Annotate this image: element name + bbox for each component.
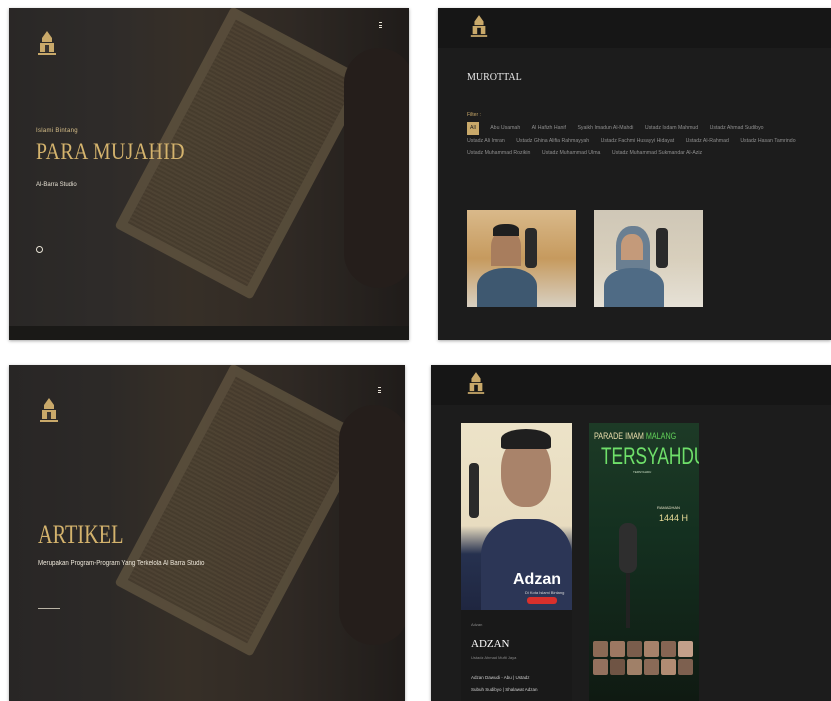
- poster-title: TERSYAHDU: [601, 443, 699, 470]
- imam-faces-grid: [593, 641, 697, 675]
- adzan-card-info: Adzan ADZAN Ustadz Ahmad Mufti Jaya Adza…: [461, 610, 572, 701]
- murottal-panel: MUROTTAL Filter : All Abu Usamah Al Hafi…: [438, 8, 831, 340]
- filter-item[interactable]: Ustadz Hasan Tamrindo: [740, 135, 795, 148]
- parade-imam-poster[interactable]: PARADE IMAM MALANG TERSYAHDU TERSYAHDU R…: [589, 423, 699, 701]
- filter-item[interactable]: Syaikh Imadun Al-Mahdi: [577, 122, 633, 135]
- filter-all[interactable]: All: [467, 122, 479, 135]
- filter-item[interactable]: Ustadz Muhammad Sukmandar Al-Aziz: [612, 147, 702, 160]
- page-title: MUROTTAL: [467, 72, 522, 83]
- card-link[interactable]: Adzan Dawudi - Abu | Ustadz: [471, 672, 537, 684]
- card-overlay-subtitle: Di Kota Islami Bintang: [525, 590, 565, 595]
- murottal-thumbnail[interactable]: [467, 210, 576, 307]
- divider: [38, 608, 60, 609]
- filter-item[interactable]: Ustadz Muhammad Rozikin: [467, 147, 530, 160]
- panel-footer: [9, 326, 409, 340]
- mosque-logo-icon[interactable]: [469, 14, 489, 38]
- card-links: Adzan Dawudi - Abu | Ustadz Subuh Sudiby…: [471, 672, 537, 696]
- scroll-indicator-icon[interactable]: [36, 246, 43, 253]
- hero-panel-artikel: ARTIKEL Merupakan Program-Program Yang T…: [9, 365, 405, 701]
- microphone-image: [619, 523, 637, 573]
- top-nav-bar: [431, 365, 831, 405]
- filter-item[interactable]: Abu Usamah: [490, 122, 520, 135]
- card-link[interactable]: Subuh Sudibyo | Shalawat Adzan: [471, 684, 537, 696]
- hamburger-menu-icon[interactable]: [379, 22, 382, 30]
- hero-description: Merupakan Program-Program Yang Terkelola…: [38, 560, 205, 567]
- hero-title: PARA MUJAHID: [36, 139, 185, 164]
- adzan-card-image[interactable]: Adzan Di Kota Islami Bintang: [461, 423, 572, 610]
- poster-year: 1444 H: [659, 513, 689, 523]
- card-overlay-title: Adzan: [513, 571, 561, 588]
- filter-item[interactable]: Ustadz Isdam Mahmud: [645, 122, 698, 135]
- cards-panel: Adzan Di Kota Islami Bintang Adzan ADZAN…: [431, 365, 831, 701]
- poster-heading: PARADE IMAM MALANG: [594, 431, 677, 441]
- hero-panel-para-mujahid: Islami Bintang PARA MUJAHID Al-Barra Stu…: [9, 8, 409, 340]
- hamburger-menu-icon[interactable]: [378, 387, 381, 395]
- filter-item[interactable]: Ustadz Ali Imran: [467, 135, 505, 148]
- hero-title: ARTIKEL: [38, 520, 124, 549]
- top-nav-bar: [438, 8, 831, 48]
- filter-item[interactable]: Al Hafizh Hanif: [532, 122, 566, 135]
- microphone-image: [469, 463, 479, 518]
- card-meta: Ustadz Ahmad Mufti Jaya: [471, 655, 517, 660]
- poster-subtitle: TERSYAHDU: [633, 470, 652, 474]
- murottal-thumbnail[interactable]: [594, 210, 703, 307]
- filter-label: Filter :: [467, 112, 481, 118]
- filter-item[interactable]: Ustadz Al-Rahmad: [686, 135, 729, 148]
- filter-item[interactable]: Ustadz Ghina Alifia Rahmayyah: [516, 135, 589, 148]
- filter-item[interactable]: Ustadz Fachmi Husayyi Hidayat: [601, 135, 675, 148]
- filter-item[interactable]: Ustadz Ahmad Sudibyo: [710, 122, 764, 135]
- filter-list: All Abu Usamah Al Hafizh Hanif Syaikh Im…: [467, 122, 812, 160]
- card-title[interactable]: ADZAN: [471, 638, 510, 650]
- mosque-logo-icon[interactable]: [466, 371, 486, 395]
- mosque-logo-icon[interactable]: [38, 397, 60, 423]
- hero-eyebrow: Islami Bintang: [36, 128, 78, 134]
- subscribe-button: [527, 597, 557, 604]
- poster-ramadhan: RAMADHAN: [657, 505, 680, 510]
- hero-studio: Al-Barra Studio: [36, 182, 77, 188]
- card-category: Adzan: [471, 622, 483, 627]
- filter-item[interactable]: Ustadz Muhammad Ulma: [542, 147, 601, 160]
- mosque-logo-icon[interactable]: [36, 30, 58, 56]
